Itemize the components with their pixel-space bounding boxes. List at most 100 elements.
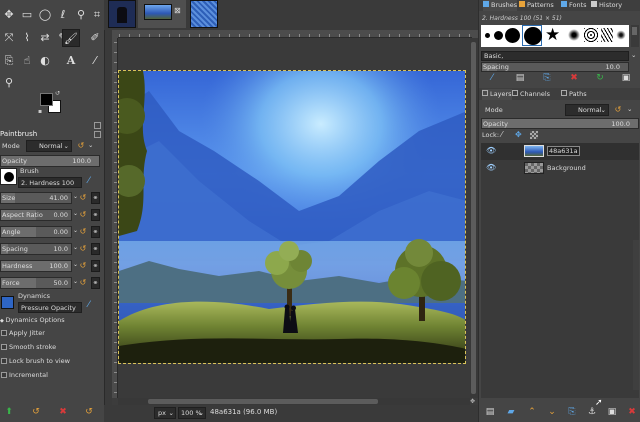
ellipse-select-icon[interactable]: ◯ bbox=[36, 6, 54, 24]
edit-brush-icon[interactable]: ⁄ bbox=[88, 176, 90, 186]
brush-name-field[interactable]: 2. Hardness 100 bbox=[18, 177, 82, 188]
layer-row[interactable]: 👁 48a631a bbox=[481, 143, 639, 160]
lower-layer-button[interactable]: ⌄ bbox=[545, 406, 559, 418]
image-canvas[interactable] bbox=[118, 70, 466, 364]
eye-icon[interactable]: 👁 bbox=[486, 163, 496, 172]
vertical-scrollbar[interactable] bbox=[470, 38, 478, 398]
checkbox[interactable] bbox=[1, 330, 7, 336]
slider-aspect-ratio[interactable]: Aspect Ratio 0.00 bbox=[0, 209, 72, 221]
link-icon[interactable]: ⚭ bbox=[91, 260, 100, 272]
navigate-icon[interactable]: ✥ bbox=[470, 398, 478, 405]
flip-icon[interactable]: ⇄ bbox=[36, 29, 54, 47]
slider-size[interactable]: Size 41.00 bbox=[0, 192, 72, 204]
edit-brush-button[interactable]: ⁄ bbox=[485, 72, 499, 84]
pencil-icon[interactable]: ✐ bbox=[86, 29, 104, 47]
warp-icon[interactable]: ⌇ bbox=[18, 29, 36, 47]
new-group-button[interactable]: ▰ bbox=[504, 406, 518, 418]
link-icon[interactable]: ⚭ bbox=[91, 243, 100, 255]
restore-options-icon[interactable]: ↺ bbox=[29, 406, 43, 418]
new-layer-button[interactable]: ▤ bbox=[483, 406, 497, 418]
delete-layer-button[interactable]: ✖ bbox=[625, 406, 639, 418]
tab-fonts[interactable]: Fonts bbox=[561, 0, 587, 11]
reset-options-icon[interactable]: ↺ bbox=[82, 406, 96, 418]
layer-name[interactable]: 48a631a bbox=[547, 146, 580, 156]
lock-pixels-icon[interactable]: ⁄ bbox=[501, 130, 502, 139]
swap-colors-icon[interactable]: ↺ bbox=[55, 90, 60, 97]
horizontal-ruler[interactable] bbox=[118, 30, 472, 38]
reset-icon[interactable]: ↺ bbox=[78, 193, 88, 203]
brush-preview[interactable] bbox=[0, 168, 17, 185]
dock-separator[interactable] bbox=[104, 0, 112, 422]
reset-icon[interactable]: ↺ bbox=[78, 244, 88, 254]
slider-spacing[interactable]: Spacing 10.0 bbox=[0, 243, 72, 255]
image-tab-2[interactable]: ⊠ bbox=[138, 0, 186, 28]
layer-mode-reset-icon[interactable]: ↺ bbox=[613, 105, 623, 115]
tab-brushes[interactable]: Brushes bbox=[483, 0, 518, 11]
unit-select[interactable]: px ⌄ bbox=[154, 407, 176, 419]
delete-brush-button[interactable]: ✖ bbox=[567, 72, 581, 84]
brush-spacing-slider[interactable]: Spacing 10.0 bbox=[481, 62, 629, 72]
layer-name[interactable]: Background bbox=[547, 164, 586, 172]
duplicate-layer-button[interactable]: ⎘ bbox=[565, 406, 579, 418]
open-brush-dialog-button[interactable]: ▣ bbox=[619, 72, 633, 84]
layer-opacity-slider[interactable]: Opacity 100.0 bbox=[481, 118, 639, 129]
reset-icon[interactable]: ↺ bbox=[78, 227, 88, 237]
layer-row[interactable]: 👁 Background bbox=[481, 160, 639, 177]
new-brush-button[interactable]: ▤ bbox=[513, 72, 527, 84]
panel-menu-icon-2[interactable] bbox=[94, 131, 101, 138]
checkbox[interactable] bbox=[1, 358, 7, 364]
transform-icon[interactable]: ⤧ bbox=[0, 29, 18, 47]
save-options-icon[interactable]: ⬆ bbox=[2, 406, 16, 418]
smudge-icon[interactable]: ☝ bbox=[18, 52, 36, 70]
panel-menu-icon[interactable] bbox=[94, 122, 101, 129]
dynamics-options-expander[interactable]: ◆ Dynamics Options bbox=[0, 316, 65, 324]
link-icon[interactable]: ⚭ bbox=[91, 192, 100, 204]
layers-scrollbar[interactable] bbox=[633, 240, 639, 390]
opacity-slider[interactable]: Opacity 100.0 bbox=[0, 155, 100, 167]
tab-channels[interactable]: Channels bbox=[512, 89, 550, 100]
dynamics-field[interactable]: Pressure Opacity bbox=[18, 302, 82, 313]
reset-icon[interactable]: ↺ bbox=[78, 210, 88, 220]
brush-scrollbar[interactable] bbox=[631, 25, 639, 47]
checkbox[interactable] bbox=[1, 344, 7, 350]
tab-paths[interactable]: Paths bbox=[561, 89, 587, 100]
slider-hardness[interactable]: Hardness 100.0 bbox=[0, 260, 72, 272]
raise-layer-button[interactable]: ⌃ bbox=[525, 406, 539, 418]
delete-options-icon[interactable]: ✖ bbox=[56, 406, 70, 418]
edit-dynamics-icon[interactable]: ⁄ bbox=[88, 300, 90, 310]
chevron-down-icon[interactable]: ⌄ bbox=[627, 105, 632, 113]
mode-select[interactable]: Normal ⌄ bbox=[26, 140, 72, 152]
image-tab-1[interactable] bbox=[108, 0, 136, 28]
chevron-down-icon[interactable]: ⌄ bbox=[88, 141, 93, 149]
refresh-brushes-button[interactable]: ↻ bbox=[593, 72, 607, 84]
canvas-area[interactable] bbox=[118, 38, 470, 398]
clone-icon[interactable]: ⎘ bbox=[0, 52, 18, 70]
duplicate-brush-button[interactable]: ⎘ bbox=[540, 72, 554, 84]
link-icon[interactable]: ⚭ bbox=[91, 277, 100, 289]
zoom-icon[interactable]: ⚲ bbox=[0, 74, 18, 92]
link-icon[interactable]: ⚭ bbox=[91, 209, 100, 221]
rect-select-icon[interactable]: ▭ bbox=[18, 6, 36, 24]
brush-grid[interactable]: ★ bbox=[481, 25, 629, 47]
mask-layer-button[interactable]: ▣ bbox=[605, 406, 619, 418]
free-select-icon[interactable]: ℓ bbox=[54, 6, 72, 24]
default-colors-icon[interactable]: ▪ bbox=[38, 108, 42, 115]
lock-alpha-icon[interactable] bbox=[530, 131, 538, 139]
slider-angle[interactable]: Angle 0.00 bbox=[0, 226, 72, 238]
tab-history[interactable]: History bbox=[591, 0, 622, 11]
reset-icon[interactable]: ↺ bbox=[78, 278, 88, 288]
horizontal-scrollbar[interactable] bbox=[118, 398, 470, 405]
brush-tag-field[interactable]: Basic, bbox=[481, 51, 629, 61]
dodge-icon[interactable]: ◐ bbox=[36, 52, 54, 70]
lock-position-icon[interactable]: ✥ bbox=[515, 130, 522, 139]
eye-icon[interactable]: 👁 bbox=[486, 146, 496, 155]
text-icon[interactable]: A bbox=[62, 52, 80, 70]
move-tool-icon[interactable]: ✥ bbox=[0, 6, 18, 24]
mode-reset-icon[interactable]: ↺ bbox=[76, 141, 86, 151]
reset-icon[interactable]: ↺ bbox=[78, 261, 88, 271]
zoom-select[interactable]: 100 % ⌄ bbox=[178, 407, 206, 419]
slider-force[interactable]: Force 50.0 bbox=[0, 277, 72, 289]
chevron-down-icon[interactable]: ⌄ bbox=[631, 51, 636, 59]
layer-mode-select[interactable]: Normal ⌄ bbox=[565, 104, 609, 116]
link-icon[interactable]: ⚭ bbox=[91, 226, 100, 238]
